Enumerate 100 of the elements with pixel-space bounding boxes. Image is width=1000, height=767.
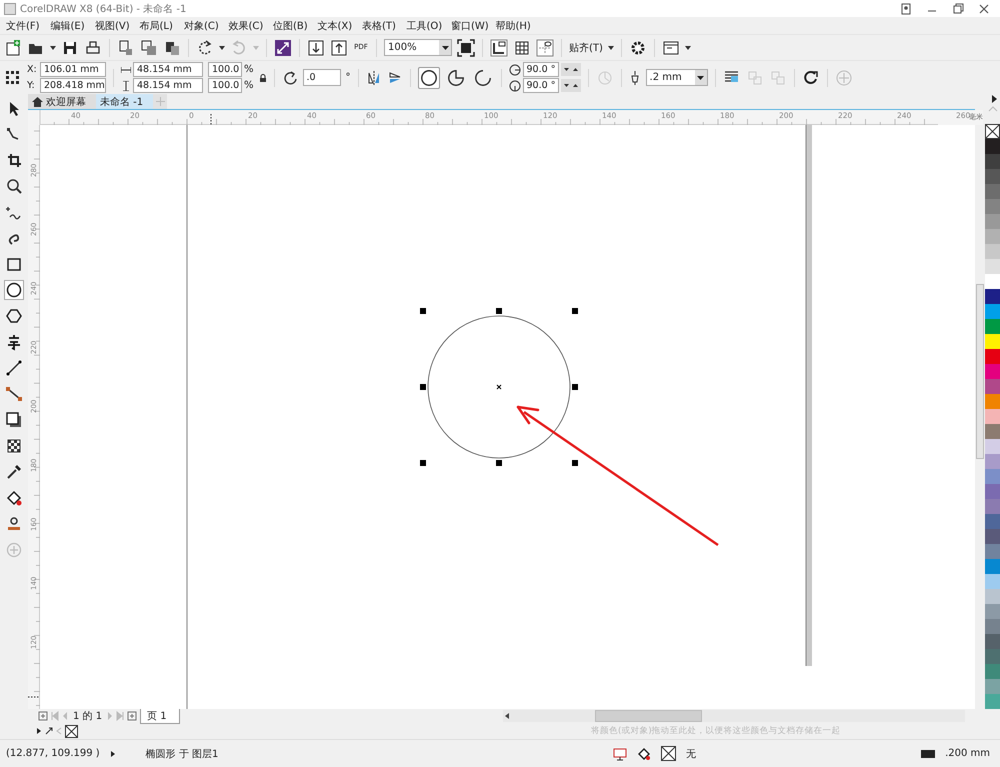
color-swatch[interactable] (985, 289, 1000, 304)
new-document-icon[interactable] (4, 38, 22, 56)
color-swatch[interactable] (985, 574, 1000, 589)
shadow-icon[interactable] (4, 410, 24, 430)
caret-icon[interactable] (684, 46, 691, 50)
color-swatch[interactable] (985, 679, 1000, 694)
start-angle-field[interactable]: 90.0 ° (522, 62, 559, 77)
end-angle-icon[interactable] (508, 80, 521, 92)
color-swatch[interactable] (985, 544, 1000, 559)
menu-item[interactable]: 工具(O) (406, 18, 451, 32)
mirror-horizontal-icon[interactable] (366, 70, 382, 86)
restore-icon[interactable] (952, 2, 964, 14)
color-swatch[interactable] (985, 484, 1000, 499)
reference-point-icon[interactable] (4, 68, 22, 86)
color-swatch[interactable] (985, 589, 1000, 604)
color-swatch[interactable] (985, 334, 1000, 349)
document-tab[interactable]: 欢迎屏幕 (28, 94, 96, 109)
fit-page-icon[interactable] (457, 38, 475, 56)
color-swatch[interactable] (985, 454, 1000, 469)
close-icon[interactable] (978, 2, 990, 14)
caret-icon[interactable] (442, 46, 448, 50)
color-swatch[interactable] (985, 694, 1000, 709)
window-layout-icon[interactable] (662, 38, 680, 56)
fill-icon[interactable] (637, 746, 652, 760)
selection-handle[interactable] (420, 384, 426, 390)
color-swatch[interactable] (985, 244, 1000, 259)
start-angle-icon[interactable] (508, 64, 521, 76)
menu-item[interactable]: 布局(L) (140, 18, 184, 32)
width-icon[interactable] (121, 64, 131, 74)
print-icon[interactable] (84, 38, 102, 56)
color-swatch[interactable] (985, 214, 1000, 229)
selection-handle[interactable] (420, 308, 426, 314)
color-swatch[interactable] (985, 604, 1000, 619)
color-swatch[interactable] (985, 154, 1000, 169)
color-swatch[interactable] (985, 274, 1000, 289)
spin-icon[interactable] (560, 79, 581, 92)
end-angle-field[interactable]: 90.0 ° (522, 78, 559, 93)
caret-icon[interactable] (608, 46, 614, 50)
height-field[interactable]: 48.154 mm (133, 78, 203, 93)
connector-icon[interactable] (4, 384, 24, 404)
scale-x-field[interactable]: 100.0 (208, 62, 242, 77)
menu-item[interactable]: 窗口(W) (451, 18, 496, 32)
expand-arrow-icon[interactable] (110, 750, 116, 758)
spin-icon[interactable] (560, 63, 581, 76)
menu-item[interactable]: 视图(V) (95, 18, 140, 32)
account-icon[interactable] (900, 2, 912, 14)
menu-item[interactable]: 文本(X) (318, 18, 362, 32)
menu-item[interactable]: 文件(F) (6, 18, 50, 32)
add-page-icon[interactable] (38, 711, 48, 721)
menu-item[interactable]: 编辑(E) (50, 18, 95, 32)
color-swatch[interactable] (985, 319, 1000, 334)
color-swatch[interactable] (985, 229, 1000, 244)
color-swatch[interactable] (985, 139, 1000, 154)
grid-icon[interactable] (513, 38, 531, 56)
color-swatch[interactable] (985, 634, 1000, 649)
import-icon[interactable] (117, 38, 135, 56)
rulers-toggle-icon[interactable] (490, 38, 508, 56)
snap-menu[interactable]: 贴齐(T) (569, 40, 603, 54)
color-swatch[interactable] (985, 169, 1000, 184)
no-color-icon[interactable] (65, 724, 78, 738)
color-swatch[interactable] (985, 184, 1000, 199)
menu-item[interactable]: 帮助(H) (496, 18, 540, 32)
mirror-vertical-icon[interactable] (386, 70, 403, 86)
caret-icon[interactable] (219, 46, 225, 50)
selection-handle[interactable] (572, 384, 578, 390)
color-swatch[interactable] (985, 649, 1000, 664)
color-swatch[interactable] (985, 379, 1000, 394)
selection-handle[interactable] (420, 460, 426, 466)
height-icon[interactable] (121, 80, 131, 90)
convert-curves-icon[interactable] (802, 68, 820, 86)
color-swatch[interactable] (985, 394, 1000, 409)
page-tab[interactable]: 页 1 (140, 708, 180, 724)
y-position-field[interactable]: 208.418 mm (40, 78, 106, 93)
ellipse-button[interactable] (418, 66, 440, 88)
menu-item[interactable]: 对象(C) (184, 18, 228, 32)
color-swatch[interactable] (985, 259, 1000, 274)
ellipse-shape[interactable] (428, 316, 570, 458)
menu-item[interactable]: 效果(C) (228, 18, 273, 32)
scale-y-field[interactable]: 100.0 (208, 78, 242, 93)
rotation-field[interactable]: .0 (302, 69, 341, 86)
color-swatch[interactable] (985, 304, 1000, 319)
selection-handle[interactable] (496, 308, 502, 314)
selection-handle[interactable] (572, 308, 578, 314)
caret-icon[interactable] (697, 76, 704, 80)
pen-icon[interactable] (628, 70, 641, 86)
no-color-swatch[interactable] (985, 124, 1000, 139)
color-swatch[interactable] (985, 409, 1000, 424)
document-tab[interactable]: 未命名 -1 (96, 94, 154, 109)
color-swatch[interactable] (985, 199, 1000, 214)
x-position-field[interactable]: 106.01 mm (40, 62, 106, 77)
color-swatch[interactable] (985, 559, 1000, 574)
color-swatch[interactable] (985, 514, 1000, 529)
color-swatch[interactable] (985, 364, 1000, 379)
menu-item[interactable]: 位图(B) (273, 18, 318, 32)
ellipse-icon[interactable] (4, 280, 24, 300)
vertical-scrollbar[interactable] (976, 284, 984, 459)
palette-expand-icon[interactable] (990, 94, 998, 104)
add-page-icon[interactable] (127, 711, 138, 721)
color-swatch[interactable] (985, 499, 1000, 514)
guidelines-icon[interactable] (536, 38, 554, 56)
